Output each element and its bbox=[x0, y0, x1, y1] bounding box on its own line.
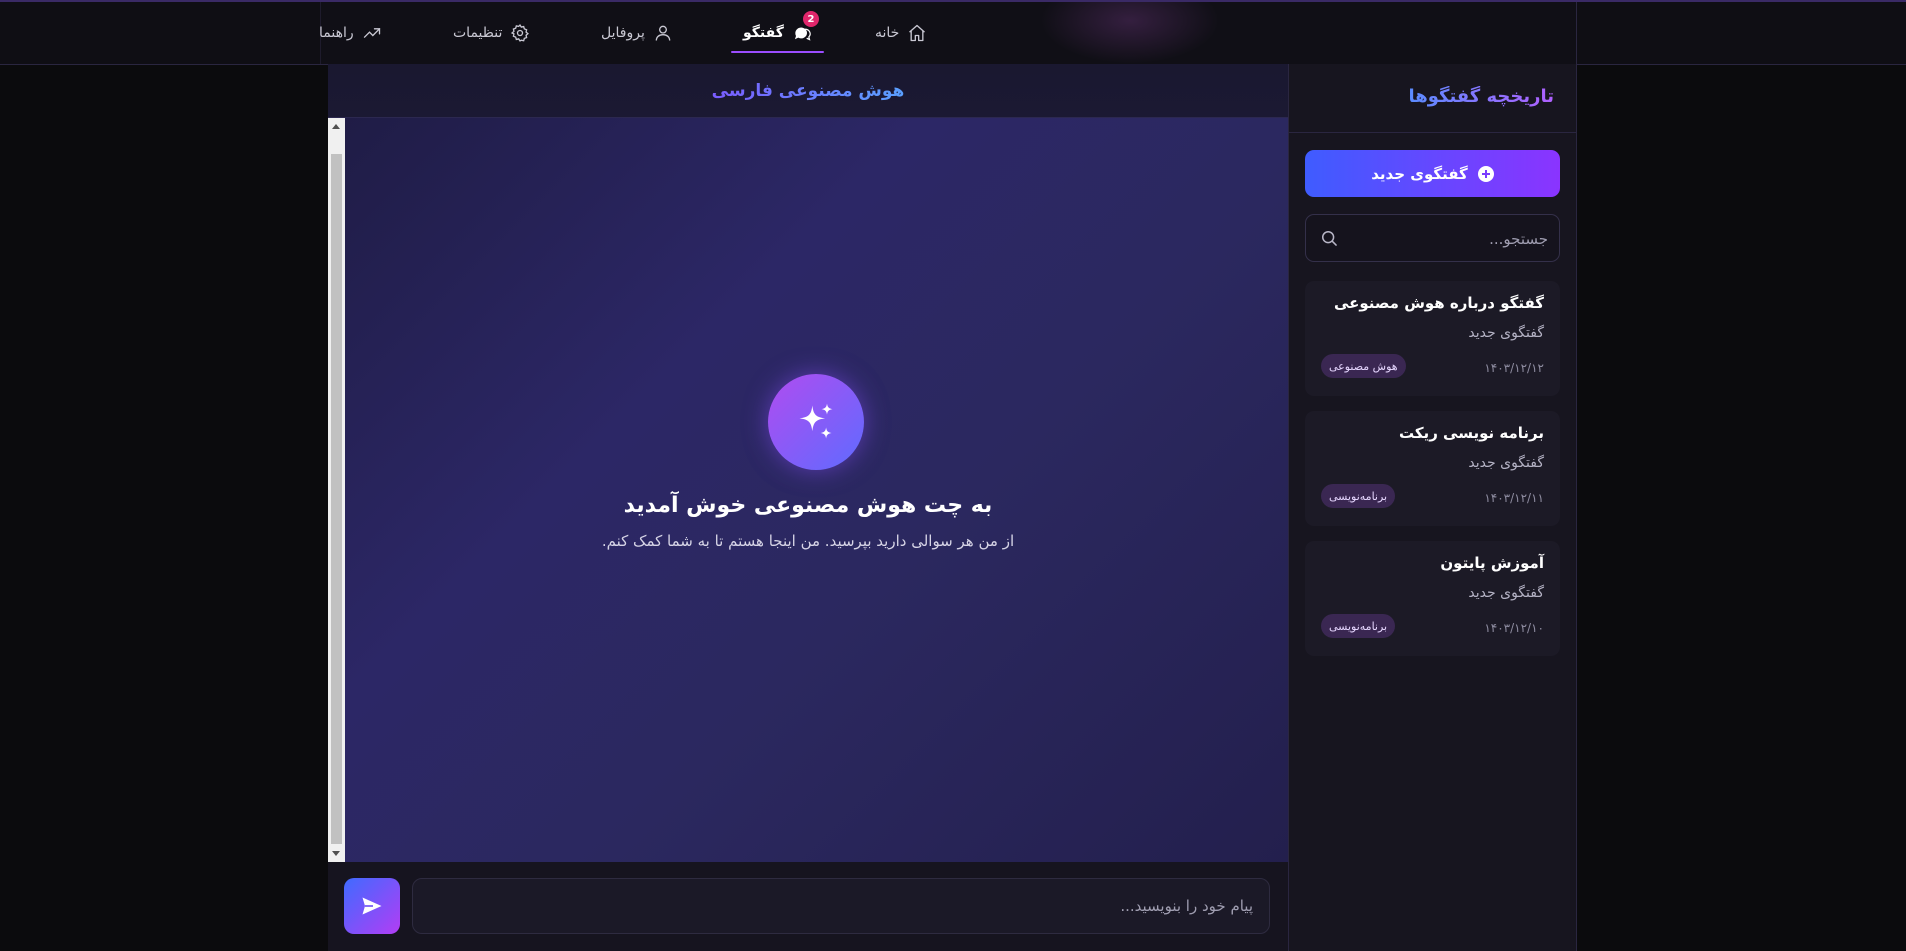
nav-item-home[interactable]: خانه bbox=[875, 2, 927, 64]
message-input[interactable] bbox=[412, 878, 1270, 934]
plus-circle-icon bbox=[1477, 165, 1494, 182]
chat-panel: هوش مصنوعی فارسی به چت هوش مصنوعی خوش آم… bbox=[328, 64, 1288, 951]
conversation-tag: برنامه‌نویسی bbox=[1321, 484, 1396, 508]
conversation-subtitle: گفتگوی جدید bbox=[1468, 585, 1544, 601]
search-input[interactable] bbox=[1346, 215, 1550, 263]
user-icon bbox=[655, 25, 671, 41]
message-composer bbox=[328, 862, 1288, 951]
nav-label-settings: تنظیمات bbox=[453, 25, 503, 41]
chat-unread-badge: 2 bbox=[803, 11, 819, 27]
chat-scrollbar[interactable] bbox=[328, 118, 345, 862]
send-icon bbox=[362, 897, 382, 915]
conversation-date: ۱۴۰۳/۱۲/۱۲ bbox=[1484, 361, 1544, 375]
welcome-subtitle: از من هر سوالی دارید بپرسید. من اینجا هس… bbox=[601, 532, 1015, 550]
nav-item-chat[interactable]: گفتگو 2 bbox=[731, 2, 824, 64]
nav-label-profile: پروفایل bbox=[601, 25, 645, 41]
conversation-date: ۱۴۰۳/۱۲/۱۱ bbox=[1484, 491, 1544, 505]
scroll-up-arrow-icon[interactable] bbox=[332, 124, 340, 129]
chat-title: هوش مصنوعی فارسی bbox=[711, 80, 905, 101]
nav-label-home: خانه bbox=[875, 25, 900, 41]
active-tab-underline bbox=[731, 51, 824, 53]
welcome-title: به چت هوش مصنوعی خوش آمدید bbox=[623, 493, 993, 518]
gear-icon bbox=[511, 24, 530, 42]
new-chat-label: گفتگوی جدید bbox=[1371, 164, 1468, 183]
conversation-item[interactable]: آموزش پایتون گفتگوی جدید ۱۴۰۳/۱۲/۱۰ برنا… bbox=[1305, 541, 1560, 656]
new-chat-button[interactable]: گفتگوی جدید bbox=[1305, 150, 1560, 197]
conversation-tag: هوش مصنوعی bbox=[1321, 354, 1406, 378]
conversation-subtitle: گفتگوی جدید bbox=[1468, 455, 1544, 471]
conversation-item[interactable]: برنامه نویسی ریکت گفتگوی جدید ۱۴۰۳/۱۲/۱۱… bbox=[1305, 411, 1560, 526]
chat-messages-area[interactable]: به چت هوش مصنوعی خوش آمدید از من هر سوال… bbox=[328, 118, 1288, 862]
conversation-subtitle: گفتگوی جدید bbox=[1468, 325, 1544, 341]
chat-header: هوش مصنوعی فارسی bbox=[328, 64, 1288, 118]
sparkles-icon bbox=[768, 374, 864, 470]
scroll-down-arrow-icon[interactable] bbox=[332, 851, 340, 856]
trend-icon bbox=[363, 28, 380, 38]
nav-label-guide: راهنما bbox=[319, 25, 354, 41]
nav-label-chat: گفتگو bbox=[743, 25, 784, 41]
history-sidebar: تاریخچه گفتگوها گفتگوی جدید گفتگو درباره… bbox=[1288, 64, 1577, 951]
top-navbar: خانه گفتگو 2 پروفایل تنظیمات راهنما bbox=[0, 2, 1906, 65]
conversation-title: آموزش پایتون bbox=[1440, 554, 1544, 572]
navbar-glow bbox=[1040, 2, 1220, 64]
home-icon bbox=[909, 24, 926, 42]
nav-item-guide[interactable]: راهنما bbox=[319, 2, 382, 64]
send-button[interactable] bbox=[344, 878, 400, 934]
conversation-date: ۱۴۰۳/۱۲/۱۰ bbox=[1484, 621, 1544, 635]
nav-item-settings[interactable]: تنظیمات bbox=[453, 2, 530, 64]
sidebar-title: تاریخچه گفتگوها bbox=[1408, 86, 1554, 107]
conversation-tag: برنامه‌نویسی bbox=[1321, 614, 1396, 638]
search-icon[interactable] bbox=[1319, 228, 1339, 248]
conversation-title: گفتگو درباره هوش مصنوعی bbox=[1333, 294, 1544, 312]
conversation-title: برنامه نویسی ریکت bbox=[1398, 424, 1544, 442]
conversation-item[interactable]: گفتگو درباره هوش مصنوعی گفتگوی جدید ۱۴۰۳… bbox=[1305, 281, 1560, 396]
sidebar-header: تاریخچه گفتگوها bbox=[1289, 64, 1576, 133]
search-box bbox=[1305, 214, 1560, 263]
nav-item-profile[interactable]: پروفایل bbox=[601, 2, 673, 64]
scrollbar-thumb[interactable] bbox=[331, 154, 342, 844]
